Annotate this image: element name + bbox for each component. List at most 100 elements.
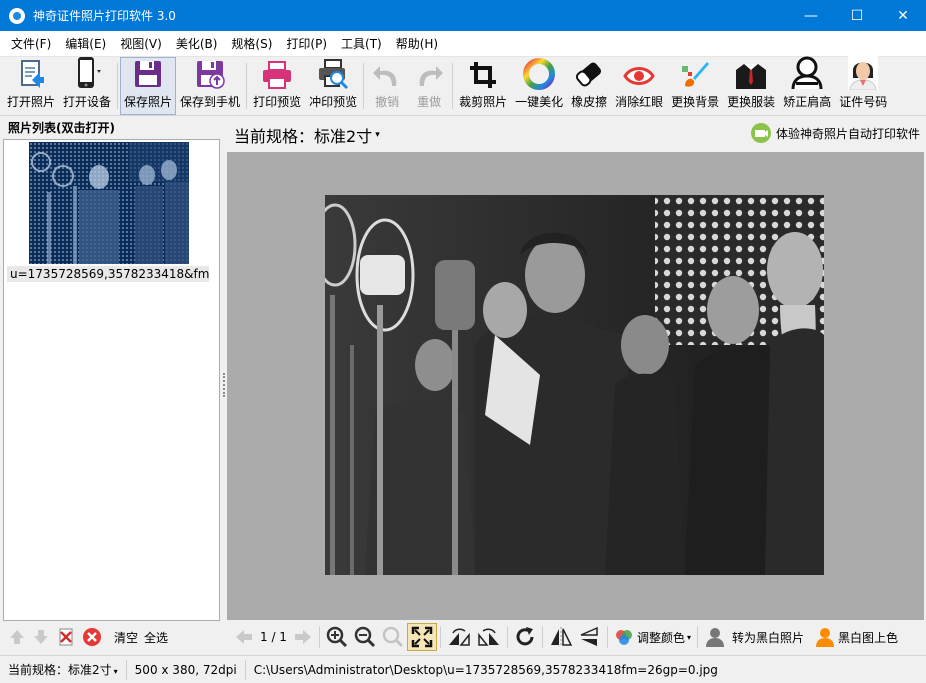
change-bg-label: 更换背景 bbox=[671, 95, 720, 109]
zoom-out-button[interactable] bbox=[351, 623, 379, 651]
shoulder-button[interactable]: 矫正肩高 bbox=[779, 56, 835, 115]
status-image-size: 500 x 380, 72dpi bbox=[127, 659, 246, 680]
maximize-button[interactable]: ☐ bbox=[834, 0, 880, 31]
refresh-icon bbox=[516, 627, 534, 646]
color-wheel-icon bbox=[522, 58, 556, 90]
undo-label: 撤销 bbox=[375, 95, 400, 109]
next-page-button[interactable] bbox=[290, 623, 316, 651]
beautify-label: 一键美化 bbox=[515, 95, 564, 109]
toolbar-divider bbox=[363, 63, 365, 109]
develop-preview-label: 冲印预览 bbox=[309, 95, 358, 109]
menu-spec[interactable]: 规格(S) bbox=[224, 31, 279, 57]
save-to-phone-label: 保存到手机 bbox=[180, 95, 241, 109]
current-spec-label[interactable]: 当前规格：标准2寸 bbox=[234, 123, 372, 147]
status-spec-value: 标准2寸 bbox=[68, 662, 112, 677]
eraser-icon bbox=[572, 58, 606, 90]
tools-divider bbox=[506, 626, 508, 648]
change-clothes-button[interactable]: 更换服装 bbox=[723, 57, 779, 115]
rotate-right-icon bbox=[478, 628, 499, 646]
crop-button[interactable]: 裁剪照片 bbox=[455, 57, 511, 115]
move-down-button[interactable] bbox=[32, 628, 50, 646]
beautify-button[interactable]: 一键美化 bbox=[511, 57, 567, 115]
print-preview-label: 打印预览 bbox=[253, 95, 302, 109]
status-spec[interactable]: 当前规格：标准2寸 ▾ bbox=[0, 659, 127, 680]
undo-button[interactable]: 撤销 bbox=[366, 57, 408, 115]
change-bg-button[interactable]: 更换背景 bbox=[667, 57, 723, 115]
redo-label: 重做 bbox=[417, 95, 442, 109]
photo-list-panel: 照片列表(双击打开) u=1735728569,3578233418&fm...… bbox=[0, 117, 222, 653]
develop-preview-button[interactable]: 冲印预览 bbox=[305, 57, 361, 115]
chevron-down-icon[interactable]: ▾ bbox=[375, 130, 380, 140]
remove-button[interactable] bbox=[82, 627, 102, 647]
phone-icon bbox=[70, 56, 104, 90]
redo-button[interactable]: 重做 bbox=[408, 57, 450, 115]
save-photo-button[interactable]: 保存照片 bbox=[120, 57, 177, 115]
id-number-button[interactable]: 证件号码 bbox=[835, 56, 891, 115]
close-button[interactable]: ✕ bbox=[880, 0, 926, 31]
delete-file-icon bbox=[59, 628, 73, 646]
clear-button[interactable]: 清空 bbox=[114, 629, 138, 646]
develop-preview-icon bbox=[316, 58, 350, 90]
adjust-color-button[interactable]: 调整颜色 ▾ bbox=[611, 623, 694, 651]
suit-icon bbox=[734, 60, 768, 90]
zoom-in-button[interactable] bbox=[323, 623, 351, 651]
id-photo-icon bbox=[846, 56, 880, 90]
bw-colorize-button[interactable]: 黑白图上色 bbox=[811, 623, 901, 651]
flip-vertical-icon bbox=[580, 626, 598, 646]
chevron-down-icon: ▾ bbox=[686, 632, 691, 642]
open-device-label: 打开设备 bbox=[63, 95, 112, 109]
photo-preview[interactable] bbox=[325, 195, 824, 575]
zoom-out-icon bbox=[354, 626, 376, 648]
menu-bar: 文件(F) 编辑(E) 视图(V) 美化(B) 规格(S) 打印(P) 工具(T… bbox=[0, 31, 926, 57]
photo-thumbnail[interactable] bbox=[29, 142, 189, 264]
rotate-right-button[interactable] bbox=[474, 623, 504, 651]
flip-horizontal-icon bbox=[550, 627, 573, 647]
auto-print-link[interactable]: 体验神奇照片自动打印软件 bbox=[750, 122, 920, 144]
red-eye-button[interactable]: 消除红眼 bbox=[611, 57, 667, 115]
eraser-label: 橡皮擦 bbox=[571, 95, 608, 109]
prev-page-button[interactable] bbox=[231, 623, 257, 651]
open-photo-icon bbox=[14, 58, 48, 90]
thumbnail-caption: u=1735728569,3578233418&fm... bbox=[7, 266, 209, 282]
arrow-left-icon bbox=[236, 630, 252, 644]
menu-help[interactable]: 帮助(H) bbox=[389, 31, 445, 57]
menu-edit[interactable]: 编辑(E) bbox=[58, 31, 113, 57]
list-item[interactable]: u=1735728569,3578233418&fm... bbox=[7, 142, 209, 282]
move-up-button[interactable] bbox=[8, 628, 26, 646]
to-bw-button[interactable]: 转为黑白照片 bbox=[701, 623, 807, 651]
preview-canvas[interactable] bbox=[227, 152, 924, 620]
minimize-button[interactable]: — bbox=[788, 0, 834, 31]
print-preview-button[interactable]: 打印预览 bbox=[249, 57, 305, 115]
photo-list[interactable]: u=1735728569,3578233418&fm... bbox=[3, 139, 220, 621]
fit-window-button[interactable] bbox=[406, 623, 437, 651]
menu-print[interactable]: 打印(P) bbox=[279, 31, 334, 57]
fit-window-icon bbox=[411, 626, 433, 648]
save-photo-label: 保存照片 bbox=[124, 95, 173, 109]
delete-photo-button[interactable] bbox=[56, 627, 76, 647]
menu-view[interactable]: 视图(V) bbox=[113, 31, 169, 57]
red-eye-label: 消除红眼 bbox=[615, 95, 664, 109]
rotate-left-button[interactable] bbox=[444, 623, 474, 651]
menu-beautify[interactable]: 美化(B) bbox=[169, 31, 225, 57]
printer-icon bbox=[260, 60, 294, 90]
open-photo-button[interactable]: 打开照片 bbox=[3, 57, 59, 115]
rgb-circles-icon bbox=[615, 630, 632, 645]
eraser-button[interactable]: 橡皮擦 bbox=[567, 57, 611, 115]
save-to-phone-button[interactable]: 保存到手机 bbox=[176, 57, 244, 115]
zoom-actual-button[interactable] bbox=[379, 623, 407, 651]
menu-tools[interactable]: 工具(T) bbox=[334, 31, 389, 57]
tools-divider bbox=[541, 626, 543, 648]
open-device-button[interactable]: 打开设备 bbox=[59, 57, 115, 115]
flip-vertical-button[interactable] bbox=[576, 623, 604, 651]
flip-horizontal-button[interactable] bbox=[546, 623, 576, 651]
toolbar-divider bbox=[246, 63, 248, 109]
redo-icon bbox=[412, 60, 446, 90]
menu-file[interactable]: 文件(F) bbox=[4, 31, 58, 57]
undo-icon bbox=[370, 60, 404, 90]
refresh-button[interactable] bbox=[511, 623, 539, 651]
open-photo-label: 打开照片 bbox=[7, 95, 56, 109]
select-all-button[interactable]: 全选 bbox=[144, 629, 168, 646]
panel-splitter[interactable] bbox=[220, 117, 227, 653]
bw-colorize-label: 黑白图上色 bbox=[838, 630, 899, 645]
tools-divider bbox=[439, 626, 441, 648]
